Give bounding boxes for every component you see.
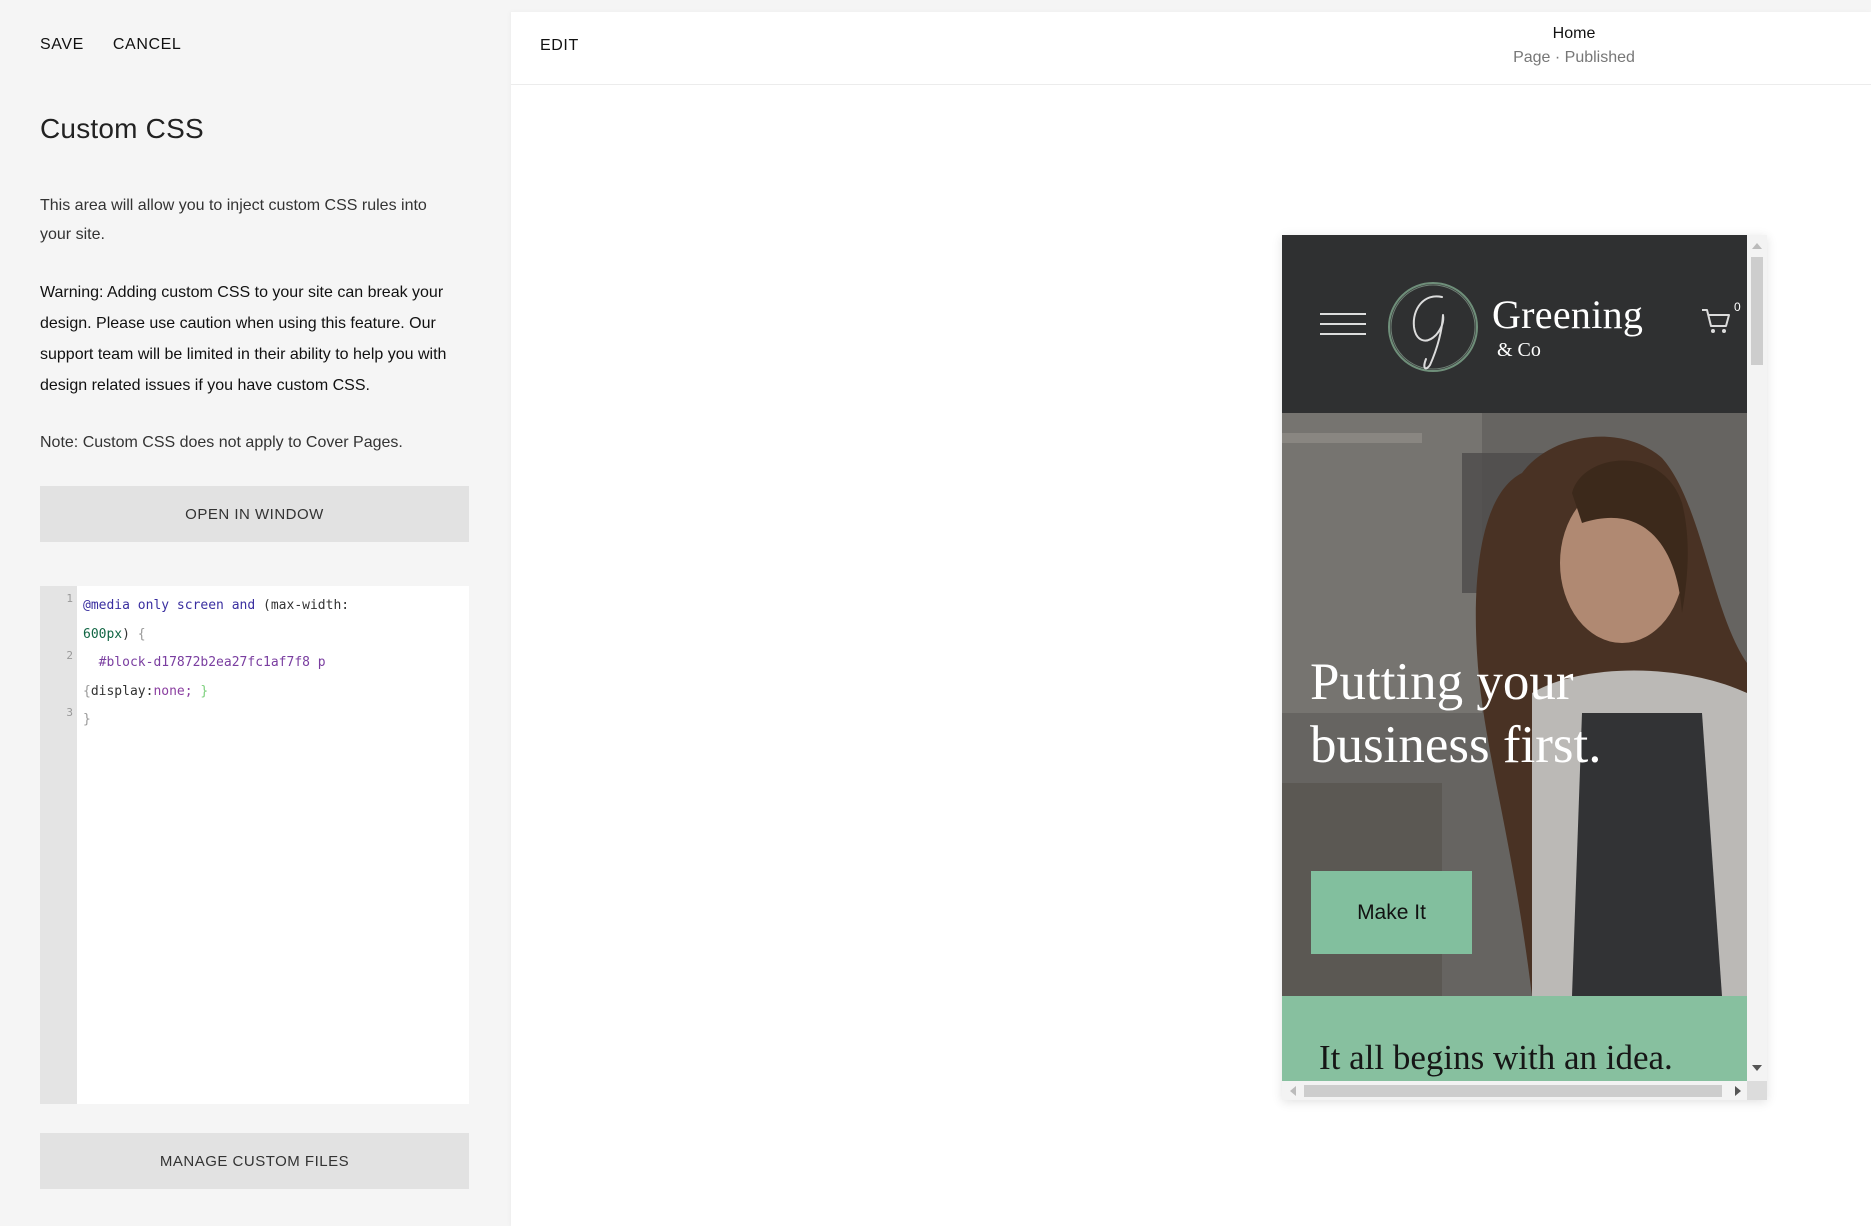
cart-icon[interactable] [1699, 303, 1733, 337]
section-heading: It all begins with an idea. [1319, 1038, 1673, 1077]
manage-custom-files-button[interactable]: MANAGE CUSTOM FILES [40, 1133, 469, 1189]
scroll-up-arrow-icon[interactable] [1752, 243, 1762, 249]
site-viewport[interactable]: Greening & Co 0 Putting your business fi… [1282, 235, 1747, 1081]
page-status: Page · Published [1513, 49, 1635, 66]
code-line-3: } [83, 712, 91, 727]
vertical-scrollbar[interactable] [1747, 235, 1767, 1081]
open-in-window-button[interactable]: OPEN IN WINDOW [40, 486, 469, 542]
cancel-button[interactable]: CANCEL [113, 36, 182, 54]
page-info: Home Page · Published [1424, 25, 1724, 67]
mobile-preview: Greening & Co 0 Putting your business fi… [1282, 235, 1767, 1100]
code-line-1: @media only screen and (max-width: 600px… [83, 598, 350, 642]
logo-monogram-icon [1388, 282, 1478, 372]
intro-text: This area will allow you to inject custo… [40, 197, 427, 243]
code-content[interactable]: @media only screen and (max-width: 600px… [83, 592, 349, 735]
hero-headline: Putting your business first. [1310, 653, 1602, 774]
page-title: Home [1552, 25, 1596, 42]
cart-count: 0 [1734, 300, 1741, 314]
intro-band: It all begins with an idea. [1282, 996, 1747, 1081]
brand-name: Greening [1492, 292, 1644, 337]
line-number: 2 [66, 649, 73, 662]
line-number: 1 [66, 592, 73, 605]
scroll-right-arrow-icon[interactable] [1735, 1086, 1741, 1096]
brand-subtitle: & Co [1497, 339, 1541, 361]
hero-section: Putting your business first. Make It [1282, 413, 1747, 996]
horizontal-scrollbar[interactable] [1282, 1081, 1747, 1100]
make-it-button[interactable]: Make It [1311, 871, 1472, 954]
warning-text: Warning: Adding custom CSS to your site … [40, 284, 447, 394]
scroll-left-arrow-icon[interactable] [1290, 1086, 1296, 1096]
edit-button[interactable]: EDIT [540, 37, 579, 55]
custom-css-panel: SAVE CANCEL Custom CSS This area will al… [0, 0, 510, 1226]
site-logo[interactable]: Greening & Co [1386, 275, 1686, 380]
save-button[interactable]: SAVE [40, 36, 84, 54]
site-header: Greening & Co 0 [1282, 235, 1747, 413]
line-number: 3 [66, 706, 73, 719]
scrollbar-corner [1747, 1081, 1767, 1100]
css-code-editor[interactable]: 1 2 3 @media only screen and (max-width:… [40, 586, 469, 1104]
code-line-2: #block-d17872b2ea27fc1af7f8 p {display:n… [83, 655, 326, 699]
panel-title: Custom CSS [40, 113, 204, 144]
panel-actions: SAVE CANCEL [40, 36, 181, 54]
line-number-gutter: 1 2 3 [40, 586, 77, 1104]
vertical-scroll-thumb[interactable] [1751, 257, 1763, 365]
hamburger-menu-icon[interactable] [1320, 313, 1366, 335]
note-text: Note: Custom CSS does not apply to Cover… [40, 434, 403, 451]
scroll-down-arrow-icon[interactable] [1752, 1065, 1762, 1071]
horizontal-scroll-thumb[interactable] [1304, 1085, 1722, 1097]
preview-header: EDIT Home Page · Published [511, 12, 1871, 85]
